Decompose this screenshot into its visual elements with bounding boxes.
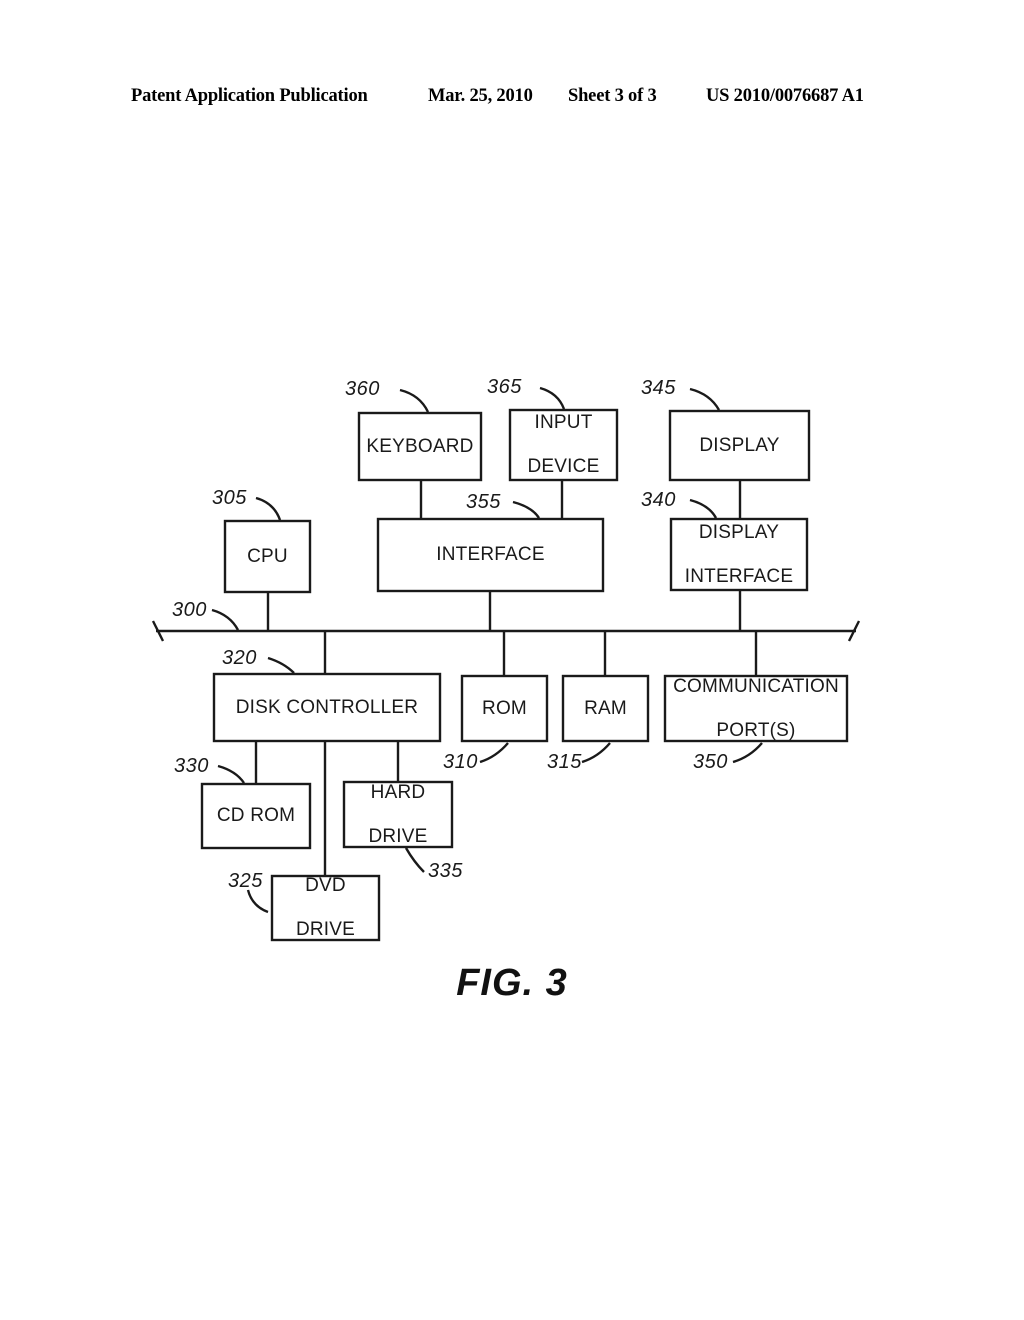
ref-numeral-350: 350 bbox=[693, 751, 728, 773]
ref-numeral-360: 360 bbox=[345, 378, 380, 400]
leader-330 bbox=[217, 764, 245, 784]
leader-320 bbox=[267, 656, 295, 674]
leader-360 bbox=[399, 388, 430, 413]
leader-365 bbox=[539, 386, 566, 410]
rom-box bbox=[460, 674, 549, 743]
display-box bbox=[668, 409, 811, 482]
block-diagram: KEYBOARD INPUT DEVICE DISPLAY CPU INTERF… bbox=[0, 0, 1024, 1320]
ref-numeral-300: 300 bbox=[172, 599, 207, 621]
disk-controller-box bbox=[212, 672, 442, 743]
keyboard-box bbox=[357, 411, 483, 482]
ref-numeral-305: 305 bbox=[212, 487, 247, 509]
display-interface-box bbox=[669, 517, 809, 592]
cpu-box bbox=[223, 519, 312, 594]
figure-caption: FIG. 3 bbox=[456, 962, 568, 1004]
ram-box bbox=[561, 674, 650, 743]
cd-rom-box bbox=[200, 782, 312, 850]
leader-345 bbox=[689, 387, 721, 411]
ref-numeral-365: 365 bbox=[487, 376, 522, 398]
hard-drive-box bbox=[342, 780, 454, 849]
leader-340 bbox=[689, 498, 718, 519]
ref-numeral-315: 315 bbox=[547, 751, 582, 773]
ref-numeral-335: 335 bbox=[428, 860, 463, 882]
diagram-svg bbox=[151, 386, 861, 942]
leader-355 bbox=[512, 500, 541, 519]
ref-numeral-355: 355 bbox=[466, 491, 501, 513]
dvd-drive-box bbox=[270, 874, 381, 942]
ref-numeral-325: 325 bbox=[228, 870, 263, 892]
leader-305 bbox=[255, 496, 282, 521]
interface-box bbox=[376, 517, 605, 593]
leader-335 bbox=[404, 847, 425, 873]
leader-310 bbox=[479, 742, 509, 764]
leader-350 bbox=[732, 742, 763, 764]
leader-300 bbox=[211, 608, 240, 631]
leader-325 bbox=[246, 889, 269, 914]
ref-numeral-320: 320 bbox=[222, 647, 257, 669]
input-device-box bbox=[508, 408, 619, 482]
ref-numeral-310: 310 bbox=[443, 751, 478, 773]
ref-numeral-345: 345 bbox=[641, 377, 676, 399]
leader-315 bbox=[581, 742, 611, 764]
ref-numeral-330: 330 bbox=[174, 755, 209, 777]
patent-drawing-page: Patent Application Publication Mar. 25, … bbox=[0, 0, 1024, 1320]
communication-port-box bbox=[663, 674, 849, 743]
ref-numeral-340: 340 bbox=[641, 489, 676, 511]
